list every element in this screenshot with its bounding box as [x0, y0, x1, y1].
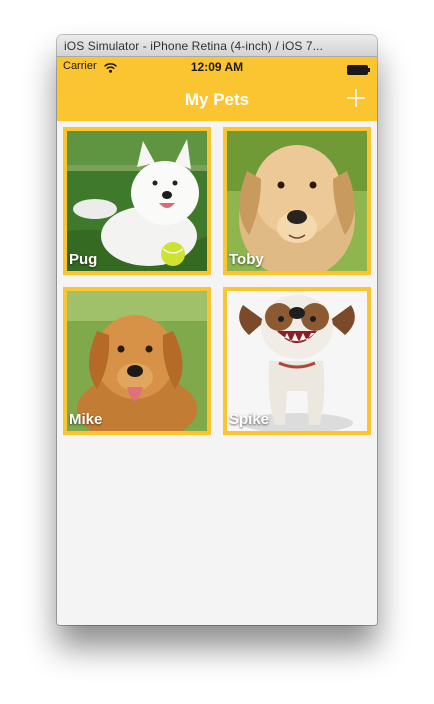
simulator-window: iOS Simulator - iPhone Retina (4-inch) /…: [57, 35, 377, 625]
pet-name: Toby: [229, 251, 264, 268]
pet-photo: [67, 131, 207, 271]
add-pet-button[interactable]: [343, 85, 369, 111]
status-bar: Carrier 12:09 AM: [57, 57, 377, 77]
pet-tile-toby[interactable]: Toby: [223, 127, 371, 275]
pet-tile-spike[interactable]: Spike: [223, 287, 371, 435]
pet-photo: [227, 131, 367, 271]
pet-name: Mike: [69, 411, 103, 428]
pet-photo: [227, 291, 367, 431]
status-time: 12:09 AM: [190, 60, 244, 74]
plus-icon: [347, 89, 365, 107]
top-bar: Carrier 12:09 AM My Pets: [57, 57, 377, 121]
pet-name: Spike: [229, 411, 270, 428]
pet-tile-pug[interactable]: Pug: [63, 127, 211, 275]
window-title: iOS Simulator - iPhone Retina (4-inch) /…: [64, 39, 323, 53]
navigation-bar: My Pets: [57, 77, 377, 121]
window-titlebar[interactable]: iOS Simulator - iPhone Retina (4-inch) /…: [57, 35, 377, 57]
pet-name: Pug: [69, 251, 98, 268]
page-title: My Pets: [184, 90, 250, 109]
phone-screen: Carrier 12:09 AM My Pets Pug Toby Mike S…: [57, 57, 377, 625]
pet-tile-mike[interactable]: Mike: [63, 287, 211, 435]
pet-photo: [67, 291, 207, 431]
